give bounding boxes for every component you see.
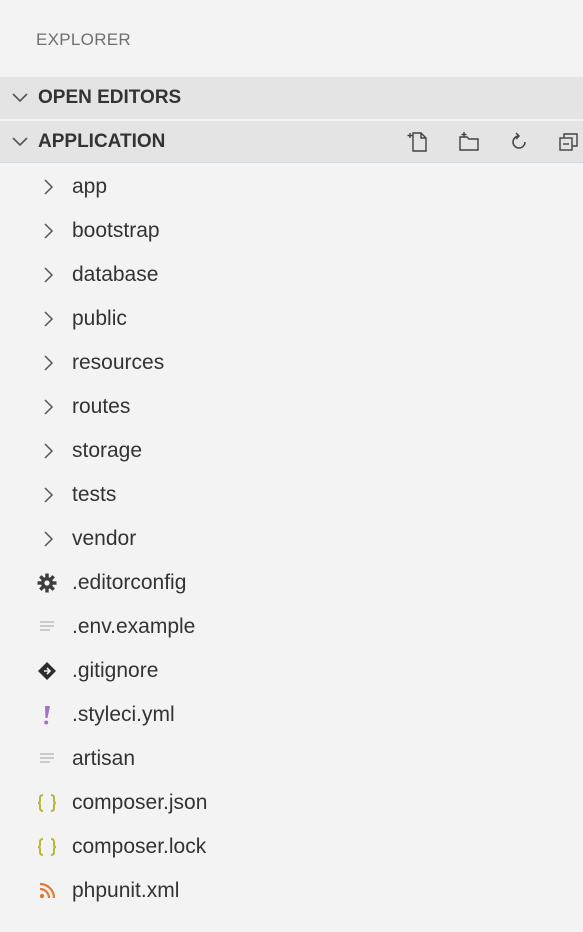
folder-label: vendor: [72, 527, 137, 550]
folder-item[interactable]: tests: [0, 473, 583, 517]
text-lines-icon: [36, 615, 58, 639]
folder-label: bootstrap: [72, 219, 160, 242]
folder-item[interactable]: bootstrap: [0, 209, 583, 253]
refresh-icon[interactable]: [505, 128, 533, 156]
file-item[interactable]: .gitignore: [0, 649, 583, 693]
chevron-right-icon: [40, 221, 58, 241]
chevron-down-icon: [8, 132, 32, 152]
section-actions: [405, 121, 583, 162]
folder-item[interactable]: public: [0, 297, 583, 341]
chevron-right-icon: [40, 309, 58, 329]
folder-label: routes: [72, 395, 131, 418]
text-lines-icon: [36, 747, 58, 771]
folder-item[interactable]: resources: [0, 341, 583, 385]
new-folder-icon[interactable]: [455, 128, 483, 156]
file-label: phpunit.xml: [72, 879, 180, 902]
folder-item[interactable]: routes: [0, 385, 583, 429]
chevron-right-icon: [40, 397, 58, 417]
collapse-all-icon[interactable]: [555, 128, 583, 156]
folder-label: public: [72, 307, 127, 330]
file-item[interactable]: .env.example: [0, 605, 583, 649]
file-item[interactable]: composer.lock: [0, 825, 583, 869]
file-item[interactable]: .editorconfig: [0, 561, 583, 605]
folder-item[interactable]: app: [0, 165, 583, 209]
file-tree: app bootstrap database public resources …: [0, 165, 583, 913]
explorer-title: EXPLORER: [36, 30, 131, 49]
rss-icon: [36, 879, 58, 903]
folder-item[interactable]: database: [0, 253, 583, 297]
file-label: composer.lock: [72, 835, 207, 858]
file-item[interactable]: phpunit.xml: [0, 869, 583, 913]
braces-icon: [36, 835, 58, 859]
section-label: APPLICATION: [38, 130, 166, 152]
chevron-right-icon: [40, 441, 58, 461]
chevron-down-icon: [8, 88, 32, 108]
braces-icon: [36, 791, 58, 815]
file-label: artisan: [72, 747, 136, 770]
chevron-right-icon: [40, 177, 58, 197]
section-label: OPEN EDITORS: [38, 87, 182, 108]
file-label: .env.example: [72, 615, 196, 638]
folder-label: app: [72, 175, 108, 198]
file-item[interactable]: artisan: [0, 737, 583, 781]
folder-item[interactable]: storage: [0, 429, 583, 473]
chevron-right-icon: [40, 529, 58, 549]
section-application[interactable]: APPLICATION: [0, 121, 583, 163]
file-label: .editorconfig: [72, 571, 187, 594]
gear-icon: [36, 571, 58, 595]
chevron-right-icon: [40, 353, 58, 373]
folder-label: storage: [72, 439, 143, 462]
git-diamond-icon: [36, 659, 58, 683]
file-item[interactable]: .styleci.yml: [0, 693, 583, 737]
file-label: .gitignore: [72, 659, 159, 682]
chevron-right-icon: [40, 485, 58, 505]
new-file-icon[interactable]: [405, 128, 433, 156]
folder-label: database: [72, 263, 159, 286]
section-open-editors[interactable]: OPEN EDITORS: [0, 77, 583, 119]
exclamation-icon: [36, 703, 58, 727]
file-label: .styleci.yml: [72, 703, 175, 726]
folder-label: resources: [72, 351, 165, 374]
file-label: composer.json: [72, 791, 208, 814]
file-item[interactable]: composer.json: [0, 781, 583, 825]
explorer-panel: EXPLORER OPEN EDITORS APPLICATION app bo…: [0, 0, 583, 932]
folder-label: tests: [72, 483, 117, 506]
chevron-right-icon: [40, 265, 58, 285]
folder-item[interactable]: vendor: [0, 517, 583, 561]
